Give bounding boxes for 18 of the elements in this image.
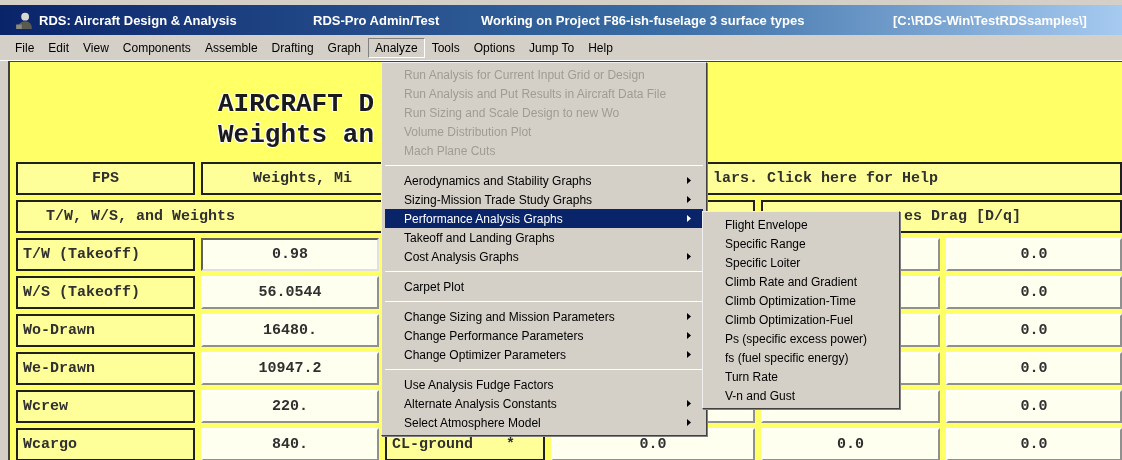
units-label: FPS	[16, 162, 195, 195]
asterisk-mark: *	[506, 436, 515, 453]
row-label: T/W (Takeoff)	[16, 238, 195, 271]
form-subheading: Weights an	[218, 120, 375, 151]
row-label: W/S (Takeoff)	[16, 276, 195, 309]
row-label: Wo-Drawn	[16, 314, 195, 347]
section-title: es Drag [D/q]	[904, 207, 1022, 227]
header-text: Weights, Mi	[253, 169, 353, 189]
row-label: Wcrew	[16, 390, 195, 423]
user-label: RDS-Pro Admin/Test	[313, 12, 441, 28]
window-title: RDS: Aircraft Design & Analysis	[39, 12, 238, 28]
form-heading: AIRCRAFT D	[218, 89, 375, 120]
row-label: We-Drawn	[16, 352, 195, 385]
field-label: CL-ground	[392, 436, 473, 453]
row-label: Wcargo	[16, 428, 195, 460]
path-label: [C:\RDS-Win\TestRDSsamples\]	[893, 12, 1087, 28]
project-label: Working on Project F86-ish-fuselage 3 surface types	[481, 12, 806, 28]
section-title: T/W, W/S, and Weights	[46, 207, 236, 227]
